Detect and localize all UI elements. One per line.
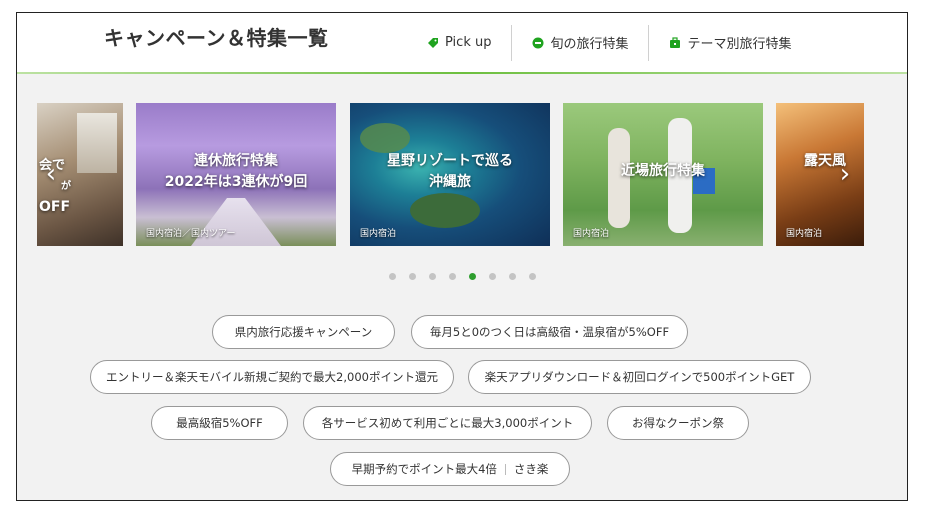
divider — [504, 463, 506, 475]
campaign-link-sublabel: さき楽 — [513, 462, 549, 476]
campaign-panel: キャンペーン＆特集一覧 Pick up 旬の旅行特集 テーマ別旅行特集 会で が… — [16, 12, 908, 501]
campaign-link[interactable]: 早期予約でポイント最大4倍 さき楽 — [330, 452, 570, 486]
carousel-next-arrow[interactable]: › — [835, 159, 855, 189]
pagination-dot[interactable] — [448, 273, 456, 280]
campaign-link[interactable]: 最高級宿5%OFF — [151, 406, 288, 440]
nav-pickup[interactable]: Pick up — [407, 25, 511, 61]
campaign-link[interactable]: 各サービス初めて利用ごとに最大3,000ポイント — [303, 406, 592, 440]
pagination-dot[interactable] — [408, 273, 416, 280]
slide-title: 近場旅行特集 — [621, 163, 705, 179]
carousel-pagination — [17, 265, 907, 284]
slide-title: 連休旅行特集 2022年は3連休が9回 — [164, 153, 308, 190]
slide-tag: 国内宿泊 — [786, 229, 823, 239]
nav-bar: Pick up 旬の旅行特集 テーマ別旅行特集 — [407, 13, 812, 72]
header-divider — [17, 72, 907, 74]
campaign-link-label: エントリー＆楽天モバイル新規ご契約で最大2,000ポイント還元 — [106, 370, 438, 384]
campaign-link-label: 毎月5と0のつく日は高級宿・温泉宿が5%OFF — [429, 325, 670, 339]
nav-seasonal[interactable]: 旬の旅行特集 — [511, 24, 648, 61]
pagination-dot[interactable] — [488, 273, 496, 280]
pagination-dot[interactable] — [528, 273, 536, 280]
campaign-link[interactable]: お得なクーポン祭 — [607, 406, 749, 440]
slide-title: 星野リゾートで巡る 沖縄旅 — [387, 153, 513, 190]
pagination-dot[interactable] — [388, 273, 396, 280]
slide-tag: 国内宿泊 — [360, 229, 397, 239]
pagination-dot[interactable] — [428, 273, 436, 280]
campaign-link[interactable]: 楽天アプリダウンロード＆初回ログインで500ポイントGET — [468, 360, 811, 394]
slide-title: 露天風 — [804, 153, 846, 169]
nav-theme[interactable]: テーマ別旅行特集 — [648, 24, 811, 61]
slide-tag: 国内宿泊 — [573, 229, 610, 239]
campaign-link[interactable]: 県内旅行応援キャンペーン — [212, 315, 395, 349]
nav-pickup-label: Pick up — [445, 35, 492, 50]
tag-icon — [428, 37, 438, 48]
campaign-link-label: 県内旅行応援キャンペーン — [234, 325, 373, 339]
nav-seasonal-label: 旬の旅行特集 — [550, 37, 629, 52]
pagination-dot[interactable] — [508, 273, 516, 280]
new-badge-icon — [532, 37, 544, 48]
header: キャンペーン＆特集一覧 Pick up 旬の旅行特集 テーマ別旅行特集 — [17, 13, 907, 72]
suitcase-icon — [670, 36, 681, 48]
campaign-link[interactable]: エントリー＆楽天モバイル新規ご契約で最大2,000ポイント還元 — [90, 360, 454, 394]
slide-tag: 国内宿泊／国内ツアー — [146, 229, 236, 239]
carousel-prev-arrow[interactable]: ‹ — [41, 159, 61, 189]
campaign-link-label: 早期予約でポイント最大4倍 — [351, 462, 497, 476]
campaign-link-label: 各サービス初めて利用ごとに最大3,000ポイント — [321, 416, 574, 430]
nav-theme-label: テーマ別旅行特集 — [687, 37, 792, 52]
carousel-slide[interactable]: 連休旅行特集 2022年は3連休が9回 国内宿泊／国内ツアー — [136, 103, 336, 246]
campaign-link-label: お得なクーポン祭 — [632, 416, 724, 430]
carousel-slide[interactable]: 近場旅行特集 国内宿泊 — [563, 103, 763, 246]
campaign-link[interactable]: 毎月5と0のつく日は高級宿・温泉宿が5%OFF — [411, 315, 688, 349]
page-title: キャンペーン＆特集一覧 — [104, 26, 329, 50]
carousel-slide[interactable]: 星野リゾートで巡る 沖縄旅 国内宿泊 — [350, 103, 550, 246]
pagination-dot[interactable] — [468, 273, 476, 280]
campaign-link-label: 最高級宿5%OFF — [176, 416, 263, 430]
campaign-carousel: 会で が OFF 連休旅行特集 2022年は3連休が9回 国内宿泊／国内ツアー … — [17, 103, 907, 248]
campaign-link-label: 楽天アプリダウンロード＆初回ログインで500ポイントGET — [484, 370, 795, 384]
